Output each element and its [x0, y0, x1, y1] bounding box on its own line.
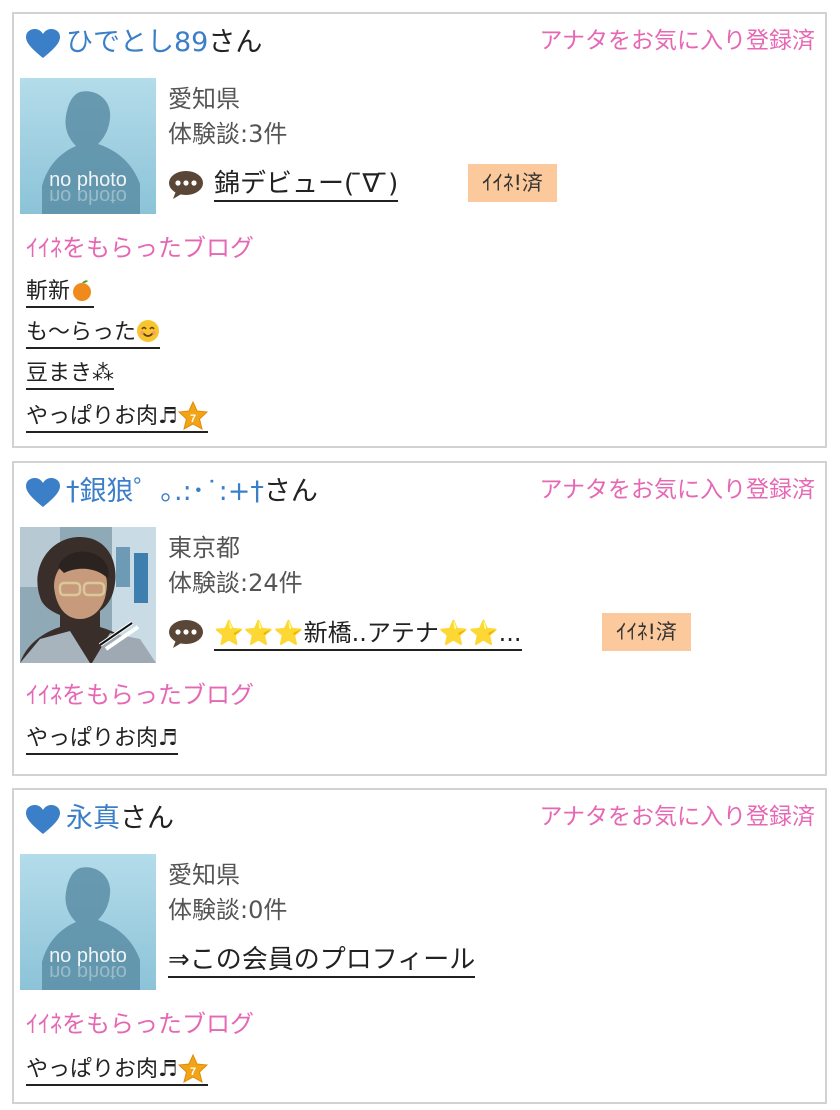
- iine-done-badge: ｲｲﾈ!済: [602, 613, 691, 651]
- no-photo-image: no photo no photo: [20, 78, 156, 214]
- iine-done-badge: ｲｲﾈ!済: [468, 164, 557, 202]
- member-nickname-link[interactable]: †銀狼゜｡.:･˙:+†: [66, 476, 264, 507]
- member-info: 愛知県 体験談:0件 ⇒この会員のプロフィール: [168, 858, 476, 984]
- member-card: †銀狼゜｡.:･˙:+†さん アナタをお気に入り登録済 東京都 体験談:24件: [12, 461, 827, 776]
- latest-post-row: ⭐⭐⭐新橋..アテナ⭐⭐... ｲｲﾈ!済: [168, 613, 691, 657]
- review-count: 体験談:24件: [168, 569, 303, 597]
- list-item: も〜らった: [26, 319, 208, 360]
- smile-emoji-icon: [137, 320, 160, 342]
- card-header: 永真さん アナタをお気に入り登録済: [26, 800, 815, 840]
- prefecture: 愛知県: [168, 85, 240, 113]
- honorific: さん: [120, 803, 174, 834]
- blog-link[interactable]: 豆まき⁂: [26, 360, 115, 390]
- star-badge-icon: 7: [177, 1054, 208, 1083]
- prefecture: 東京都: [168, 534, 240, 562]
- orange-emoji-icon: [73, 280, 92, 301]
- heart-icon: [26, 805, 60, 834]
- prefecture: 愛知県: [168, 861, 240, 889]
- svg-text:7: 7: [190, 1066, 196, 1078]
- liked-blogs-heading: ｲｲﾈをもらったブログ: [26, 1010, 254, 1038]
- liked-blogs-heading: ｲｲﾈをもらったブログ: [26, 234, 254, 262]
- blog-link[interactable]: 斬新: [26, 278, 95, 308]
- no-photo-image: no photo no photo: [20, 854, 156, 990]
- liked-blogs-list: やっぱりお肉♬: [26, 725, 178, 766]
- list-item: やっぱりお肉♬ 7: [26, 1054, 208, 1095]
- member-card: ひでとし89さん アナタをお気に入り登録済 no photo no photo …: [12, 12, 827, 448]
- member-photo: [20, 527, 156, 663]
- member-info: 愛知県 体験談:3件 錦デビュー( ̄∇ ̄) ｲｲﾈ!済: [168, 82, 557, 208]
- blog-link[interactable]: やっぱりお肉♬ 7: [26, 1054, 208, 1086]
- liked-blogs-list: やっぱりお肉♬ 7: [26, 1054, 208, 1095]
- blog-link[interactable]: やっぱりお肉♬ 7: [26, 401, 208, 433]
- member-name[interactable]: 永真さん: [66, 802, 174, 836]
- card-header: ひでとし89さん アナタをお気に入り登録済: [26, 24, 815, 64]
- list-item: 斬新: [26, 278, 208, 319]
- favorite-status: アナタをお気に入り登録済: [539, 804, 815, 830]
- svg-text:no photo: no photo: [49, 185, 127, 207]
- favorite-status: アナタをお気に入り登録済: [539, 28, 815, 54]
- list-item: 豆まき⁂: [26, 360, 208, 401]
- liked-blogs-heading: ｲｲﾈをもらったブログ: [26, 681, 254, 709]
- profile-link[interactable]: ⇒この会員のプロフィール: [168, 944, 476, 978]
- latest-post-link[interactable]: 錦デビュー( ̄∇ ̄): [214, 168, 399, 202]
- heart-icon: [26, 29, 60, 58]
- avatar[interactable]: no photo no photo: [20, 78, 156, 214]
- honorific: さん: [208, 27, 263, 58]
- speech-bubble-icon: [169, 171, 203, 199]
- star-badge-icon: 7: [177, 401, 208, 430]
- card-header: †銀狼゜｡.:･˙:+†さん アナタをお気に入り登録済: [26, 473, 815, 513]
- review-count: 体験談:0件: [168, 896, 288, 924]
- review-count: 体験談:3件: [168, 120, 288, 148]
- blog-link[interactable]: やっぱりお肉♬: [26, 725, 178, 755]
- member-nickname-link[interactable]: ひでとし89: [66, 27, 208, 58]
- member-card: 永真さん アナタをお気に入り登録済 no photo no photo 愛知県 …: [12, 788, 827, 1104]
- avatar[interactable]: [20, 527, 156, 663]
- latest-post-row: 錦デビュー( ̄∇ ̄) ｲｲﾈ!済: [168, 164, 557, 208]
- honorific: さん: [263, 476, 318, 507]
- list-item: やっぱりお肉♬: [26, 725, 178, 766]
- avatar[interactable]: no photo no photo: [20, 854, 156, 990]
- svg-text:no photo: no photo: [49, 961, 127, 983]
- favorite-status: アナタをお気に入り登録済: [539, 477, 815, 503]
- member-info: 東京都 体験談:24件 ⭐⭐⭐新橋..アテナ⭐⭐... ｲｲﾈ!済: [168, 531, 691, 657]
- member-name[interactable]: †銀狼゜｡.:･˙:+†さん: [66, 475, 318, 509]
- member-name[interactable]: ひでとし89さん: [66, 26, 262, 60]
- blog-link[interactable]: も〜らった: [26, 319, 161, 349]
- latest-post-link[interactable]: ⭐⭐⭐新橋..アテナ⭐⭐...: [214, 617, 522, 651]
- profile-link-row: ⇒この会員のプロフィール: [168, 940, 476, 984]
- heart-icon: [26, 478, 60, 507]
- list-item: やっぱりお肉♬ 7: [26, 401, 208, 442]
- svg-text:7: 7: [190, 413, 196, 425]
- liked-blogs-list: 斬新 も〜らった 豆まき⁂ やっぱりお肉♬ 7: [26, 278, 208, 442]
- speech-bubble-icon: [169, 620, 203, 648]
- member-nickname-link[interactable]: 永真: [66, 803, 120, 834]
